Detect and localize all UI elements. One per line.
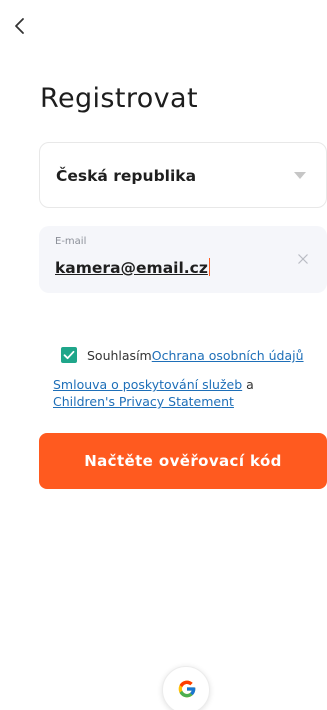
chevron-left-icon[interactable] bbox=[10, 14, 32, 38]
country-value: Česká republika bbox=[56, 167, 197, 185]
agree-line-3: Children's Privacy Statement bbox=[53, 393, 234, 410]
google-icon bbox=[178, 680, 196, 698]
agree-prefix: Souhlasím bbox=[87, 348, 152, 363]
agree-checkbox[interactable] bbox=[61, 347, 77, 363]
privacy-policy-link[interactable]: Ochrana osobních údajů bbox=[152, 348, 304, 363]
caret-down-icon bbox=[294, 172, 306, 179]
agree-line-2: Smlouva o poskytování služeb a bbox=[53, 376, 254, 393]
close-icon[interactable] bbox=[297, 253, 309, 265]
register-screen: Registrovat Česká republika E-mail kamer… bbox=[0, 0, 327, 710]
agree-conjunction: a bbox=[242, 377, 254, 392]
country-selector[interactable]: Česká republika bbox=[39, 142, 327, 208]
google-login-button[interactable] bbox=[162, 666, 210, 710]
text-cursor bbox=[208, 258, 211, 276]
email-text: kamera@email.cz bbox=[55, 259, 208, 277]
email-input-value[interactable]: kamera@email.cz bbox=[55, 258, 211, 277]
get-verification-code-button[interactable]: Načtěte ověřovací kód bbox=[39, 433, 327, 489]
page-title: Registrovat bbox=[40, 83, 198, 114]
agree-line-1: SouhlasímOchrana osobních údajů bbox=[87, 347, 304, 364]
checkmark-icon bbox=[63, 350, 75, 360]
terms-of-service-link[interactable]: Smlouva o poskytování služeb bbox=[53, 377, 242, 392]
email-label: E-mail bbox=[55, 236, 87, 247]
email-field[interactable]: E-mail kamera@email.cz bbox=[39, 226, 327, 293]
children-privacy-link[interactable]: Children's Privacy Statement bbox=[53, 394, 234, 409]
